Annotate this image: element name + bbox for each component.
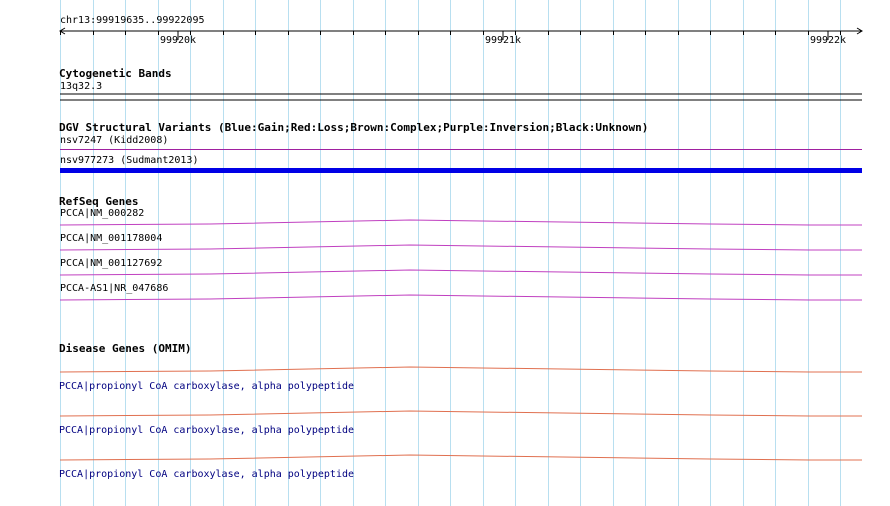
omim-gene-line[interactable] (59, 454, 862, 461)
cytoband-feature[interactable] (60, 93, 862, 101)
track-title-refseq: RefSeq Genes (59, 195, 139, 208)
omim-gene-line[interactable] (59, 410, 862, 417)
refseq-feature-label[interactable]: PCCA|NM_001178004 (60, 233, 162, 245)
cytoband-label[interactable]: 13q32.3 (60, 81, 102, 93)
track-title-dgv: DGV Structural Variants (Blue:Gain;Red:L… (59, 121, 649, 134)
ruler-tick-label: 99922k (809, 35, 847, 46)
refseq-feature-label[interactable]: PCCA|NM_001127692 (60, 258, 162, 270)
refseq-transcript-line[interactable] (59, 244, 862, 251)
track-title-omim: Disease Genes (OMIM) (59, 342, 192, 355)
dgv-feature-label[interactable]: nsv977273 (Sudmant2013) (60, 155, 198, 167)
refseq-transcript-line[interactable] (59, 269, 862, 276)
dgv-feature-bar[interactable] (60, 168, 862, 173)
omim-feature-label[interactable]: PCCA|propionyl CoA carboxylase, alpha po… (59, 469, 354, 481)
omim-gene-line[interactable] (59, 366, 862, 373)
omim-feature-label[interactable]: PCCA|propionyl CoA carboxylase, alpha po… (59, 425, 354, 437)
refseq-transcript-line[interactable] (59, 219, 862, 226)
refseq-feature-label[interactable]: PCCA|NM_000282 (60, 208, 144, 220)
ruler-tick-label: 99920k (159, 35, 197, 46)
ruler-tick-label: 99921k (484, 35, 522, 46)
omim-feature-label[interactable]: PCCA|propionyl CoA carboxylase, alpha po… (59, 381, 354, 393)
refseq-transcript-line[interactable] (59, 294, 862, 301)
refseq-feature-label[interactable]: PCCA-AS1|NR_047686 (60, 283, 168, 295)
dgv-feature-label[interactable]: nsv7247 (Kidd2008) (60, 135, 168, 147)
ruler-location: chr13:99919635..99922095 (60, 15, 205, 26)
track-title-cytobands: Cytogenetic Bands (59, 67, 172, 80)
